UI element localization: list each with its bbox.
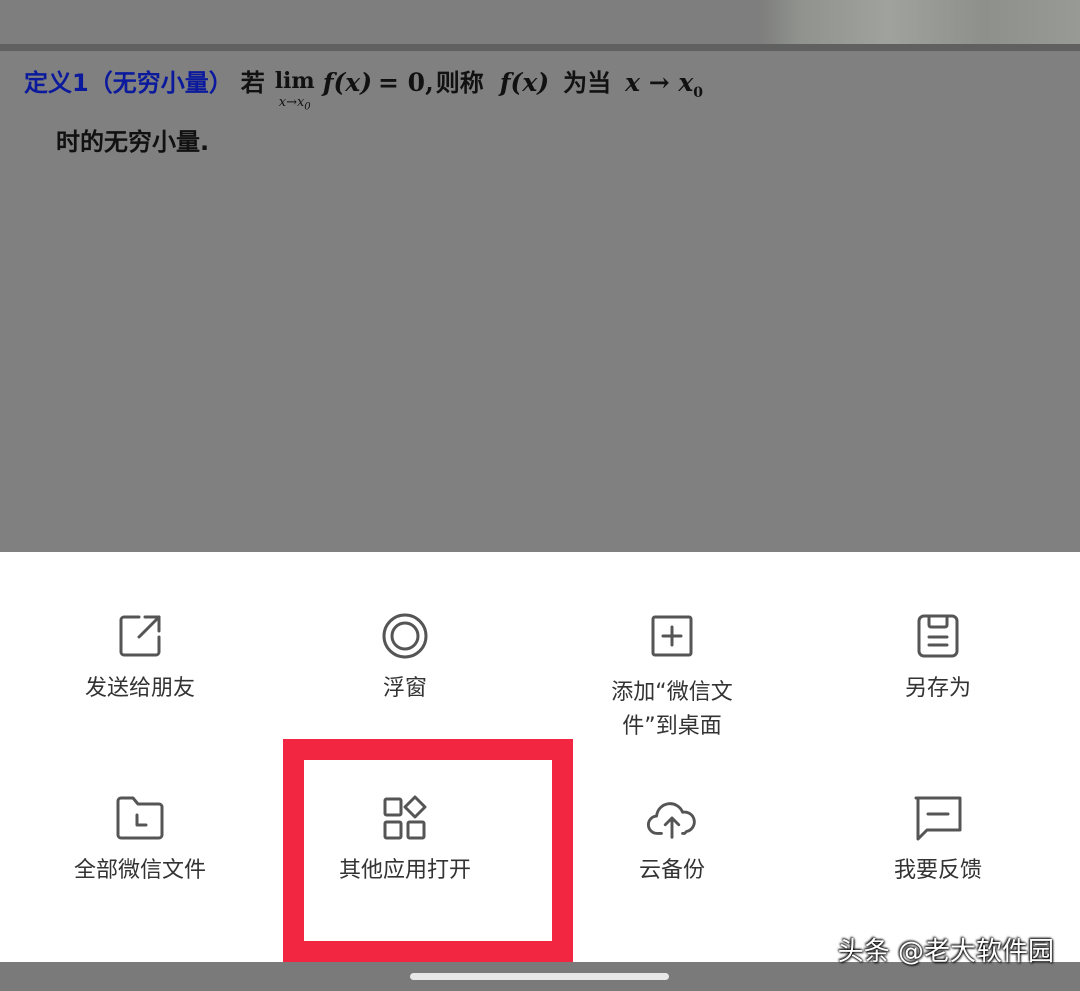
send-to-friend-button[interactable]: 发送给朋友 <box>5 610 275 706</box>
floating-window-icon <box>379 610 431 662</box>
lim-subscript: x→x0 <box>278 95 311 113</box>
document-preview: 定义1（无穷小量） 若 lim x→x0 f(x) = 0, 则称 f(x) 为… <box>0 0 1080 552</box>
word-if: 若 <box>240 69 265 97</box>
floating-window-label: 浮窗 <box>382 676 427 701</box>
definition-line: 定义1（无穷小量） 若 lim x→x0 f(x) = 0, 则称 f(x) 为… <box>24 64 704 115</box>
cloud-upload-icon <box>646 792 698 844</box>
all-wechat-files-label: 全部微信文件 <box>73 858 206 883</box>
folder-clock-icon <box>114 792 166 844</box>
open-with-other-app-button[interactable]: 其他应用打开 <box>270 792 540 888</box>
word-when: 为当 <box>563 69 612 97</box>
add-to-desktop-icon <box>646 610 698 662</box>
fx-term: f(x) <box>499 68 550 97</box>
all-wechat-files-button[interactable]: 全部微信文件 <box>5 792 275 888</box>
previous-page-strip <box>0 0 1080 44</box>
feedback-label: 我要反馈 <box>893 858 982 883</box>
previous-page-photo <box>760 0 1080 44</box>
lim-word: lim <box>274 68 315 94</box>
share-external-icon <box>114 610 166 662</box>
page-divider <box>0 44 1080 51</box>
add-to-desktop-button[interactable]: 添加“微信文件”到桌面 <box>537 610 807 744</box>
x-to-x0: x → x0 <box>625 68 704 101</box>
floating-window-button[interactable]: 浮窗 <box>270 610 540 706</box>
save-as-icon <box>912 610 964 662</box>
equals-zero: = 0, <box>378 68 434 97</box>
action-sheet: 发送给朋友 浮窗 添加“微信文件”到桌面 另存为 全部微信文件 其他应用打开 云… <box>0 552 1080 962</box>
definition-line-2: 时的无穷小量. <box>56 128 210 156</box>
cloud-backup-label: 云备份 <box>638 858 705 883</box>
watermark: 头条 @老大软件园 <box>837 937 1054 967</box>
word-then-called: 则称 <box>435 69 484 97</box>
cloud-backup-button[interactable]: 云备份 <box>537 792 807 888</box>
limit-expression: lim x→x0 <box>275 64 315 115</box>
save-as-label: 另存为 <box>904 676 971 701</box>
home-indicator[interactable] <box>410 973 669 980</box>
feedback-button[interactable]: 我要反馈 <box>803 792 1073 888</box>
open-with-other-app-label: 其他应用打开 <box>338 858 471 883</box>
send-to-friend-label: 发送给朋友 <box>84 676 195 701</box>
apps-grid-icon <box>379 792 431 844</box>
definition-label: 定义1（无穷小量） <box>24 69 233 97</box>
feedback-message-icon <box>912 792 964 844</box>
add-to-desktop-label: 添加“微信文件”到桌面 <box>611 680 733 739</box>
save-as-button[interactable]: 另存为 <box>803 610 1073 706</box>
fx-expression: f(x) <box>322 68 373 97</box>
